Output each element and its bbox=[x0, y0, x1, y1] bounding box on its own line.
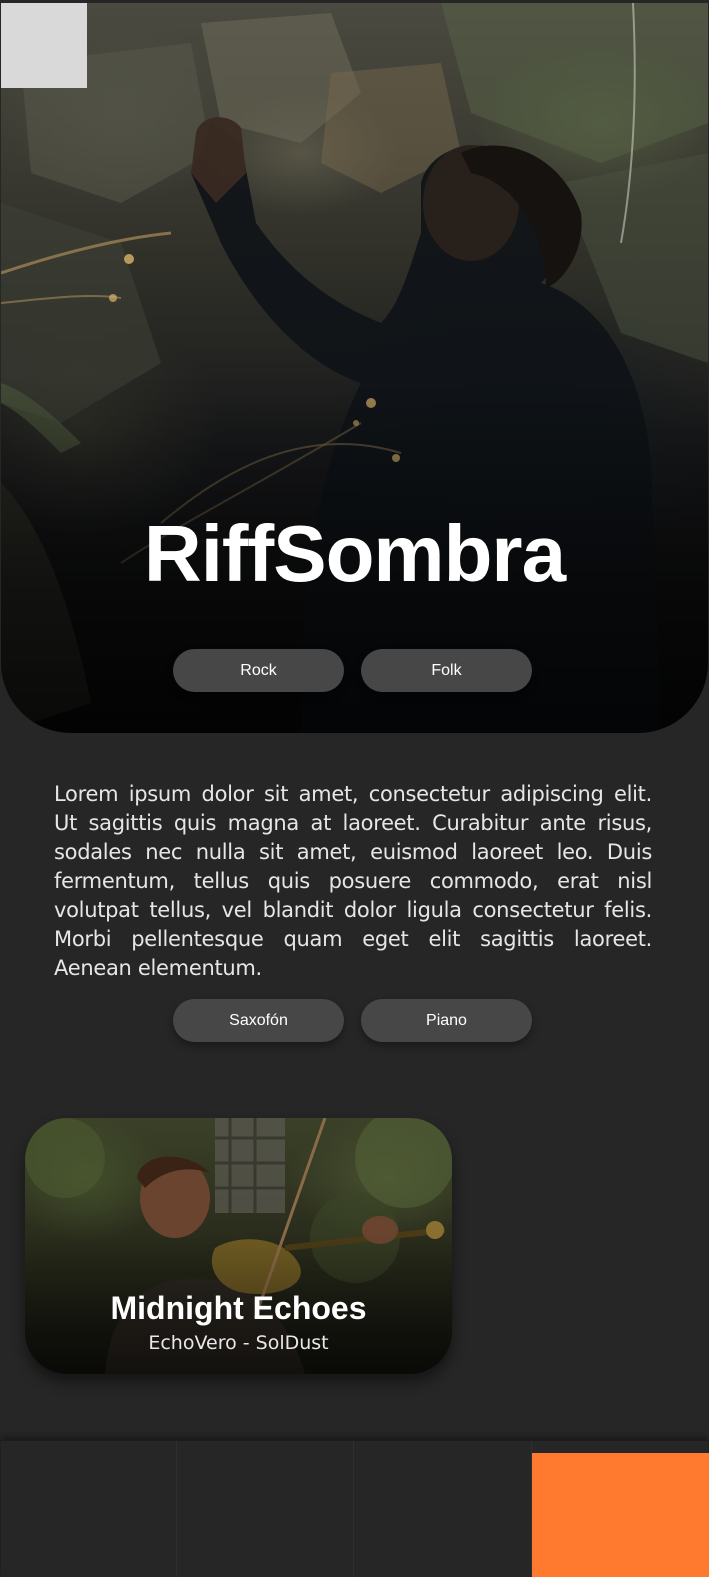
song-artists: EchoVero - SolDust bbox=[148, 1332, 329, 1354]
bottom-nav bbox=[1, 1440, 709, 1577]
nav-slot-3[interactable] bbox=[354, 1441, 532, 1577]
nav-slot-2[interactable] bbox=[177, 1441, 354, 1577]
instrument-tag-piano[interactable]: Piano bbox=[361, 999, 532, 1042]
genre-tag-folk[interactable]: Folk bbox=[361, 649, 532, 692]
instrument-tag-saxofon[interactable]: Saxofón bbox=[173, 999, 344, 1042]
nav-slot-1[interactable] bbox=[1, 1441, 177, 1577]
image-placeholder bbox=[1, 3, 87, 88]
artist-description: Lorem ipsum dolor sit amet, consectetur … bbox=[54, 782, 652, 980]
artist-name: RiffSombra bbox=[143, 509, 566, 598]
song-title: Midnight Echoes bbox=[110, 1290, 367, 1326]
nav-slot-4-active[interactable] bbox=[532, 1453, 709, 1577]
artist-hero: RiffSombra bbox=[1, 3, 708, 733]
song-card[interactable]: Midnight Echoes EchoVero - SolDust bbox=[25, 1118, 452, 1374]
genre-tag-rock[interactable]: Rock bbox=[173, 649, 344, 692]
